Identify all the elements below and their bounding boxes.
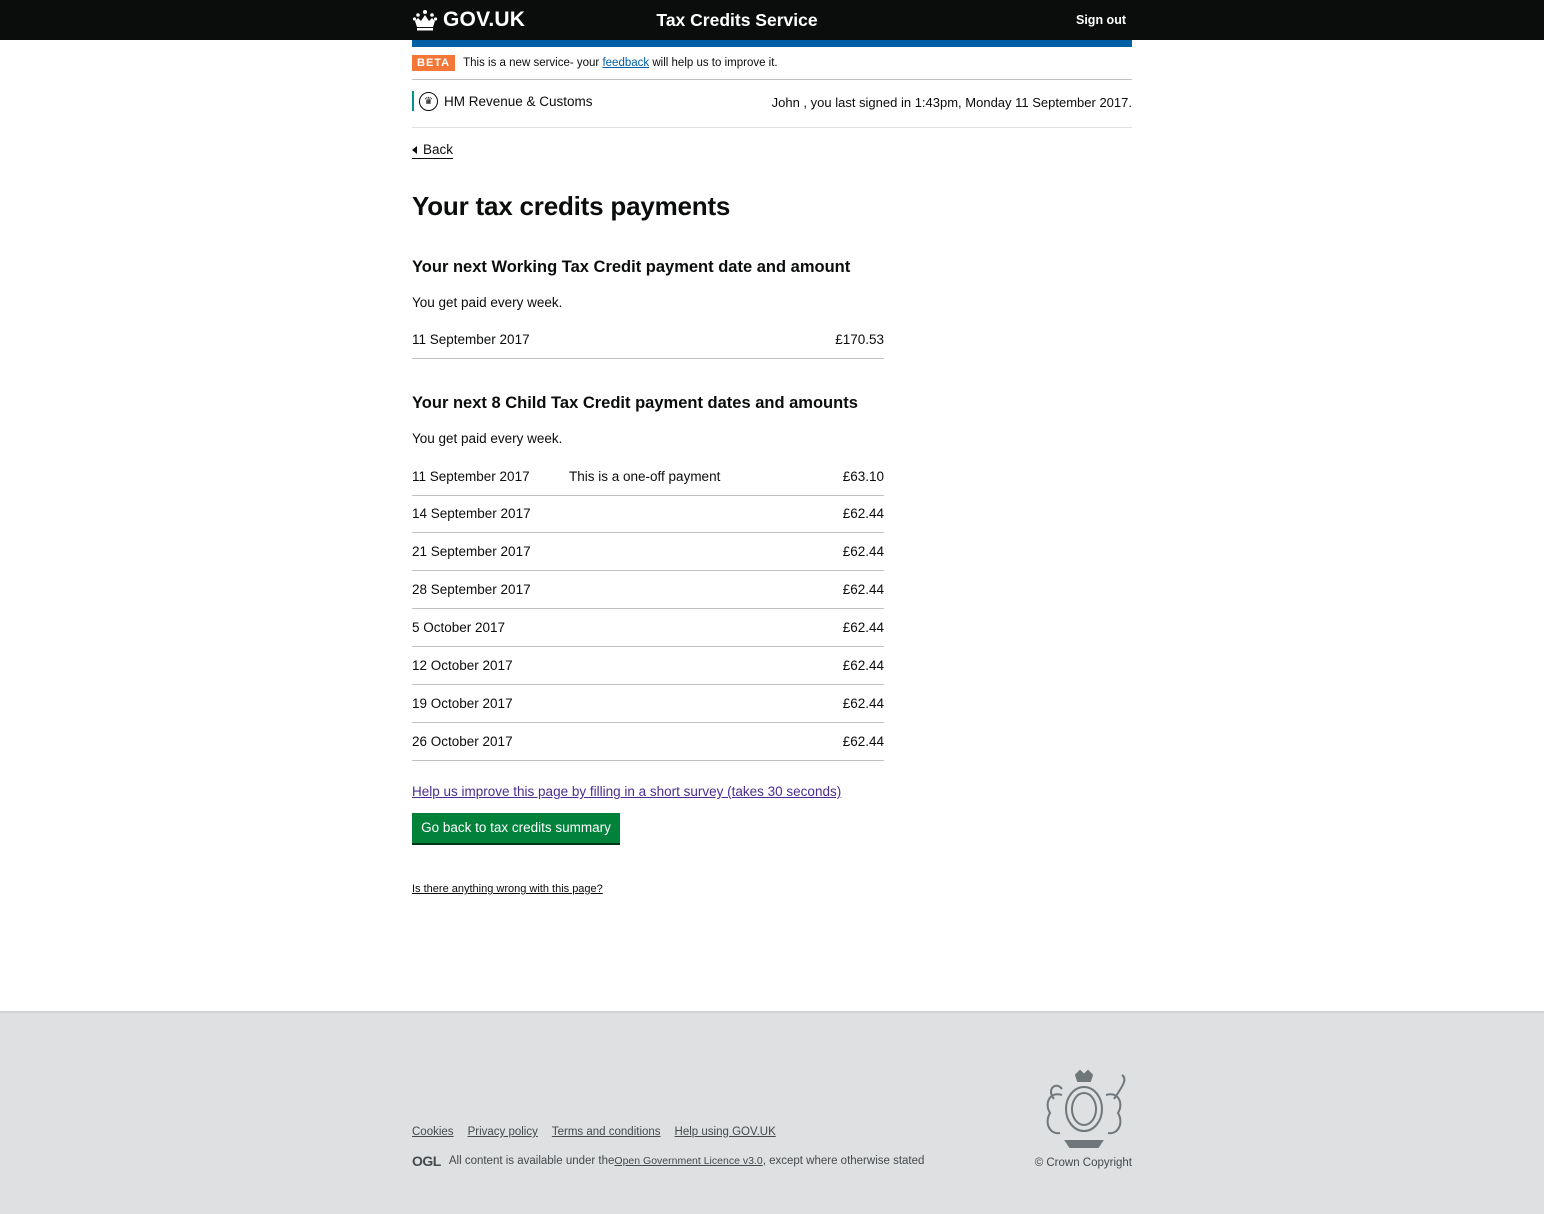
payment-date: 5 October 2017 — [412, 620, 506, 635]
help-link[interactable]: Help using GOV.UK — [675, 1125, 776, 1140]
cookies-link[interactable]: Cookies — [412, 1125, 454, 1140]
ogl-logo-icon: OGL — [412, 1153, 441, 1169]
table-row: 28 September 2017 £62.44 — [412, 571, 884, 609]
table-row: 14 September 2017 £62.44 — [412, 495, 884, 533]
table-row: 26 October 2017 £62.44 — [412, 723, 884, 761]
payment-amount: £62.44 — [842, 544, 884, 559]
privacy-policy-link[interactable]: Privacy policy — [468, 1125, 538, 1140]
ogl-link[interactable]: Open Government Licence v3.0 — [614, 1154, 762, 1169]
payment-date: 26 October 2017 — [412, 734, 513, 749]
report-problem-link[interactable]: Is there anything wrong with this page? — [412, 882, 603, 897]
payment-date: 11 September 2017 — [412, 332, 530, 347]
header-blue-bar — [412, 40, 1132, 47]
payment-date: 19 October 2017 — [412, 696, 513, 711]
payment-date: 21 September 2017 — [412, 544, 531, 559]
payment-amount: £62.44 — [842, 620, 884, 635]
back-link[interactable]: Back — [412, 141, 454, 159]
payment-date: 11 September 2017 — [412, 469, 530, 484]
licence: OGL All content is available under the O… — [412, 1154, 924, 1169]
child-tax-credit-heading: Your next 8 Child Tax Credit payment dat… — [412, 394, 858, 412]
divider — [412, 127, 1132, 128]
payment-amount: £62.44 — [842, 696, 884, 711]
feedback-link[interactable]: feedback — [602, 57, 649, 69]
global-header: GOV.UK Tax Credits Service Sign out — [0, 0, 1544, 40]
payment-amount: £62.44 — [842, 506, 884, 521]
table-row: 5 October 2017 £62.44 — [412, 609, 884, 647]
working-tax-credit-frequency: You get paid every week. — [412, 295, 563, 310]
survey-link[interactable]: Help us improve this page by filling in … — [412, 783, 841, 801]
payment-amount: £62.44 — [842, 658, 884, 673]
organisation-name: HM Revenue & Customs — [444, 93, 593, 109]
payment-note: This is a one-off payment — [569, 469, 721, 484]
table-row: 11 September 2017 This is a one-off paym… — [412, 458, 884, 496]
page-title: Your tax credits payments — [412, 191, 731, 221]
divider — [412, 79, 1132, 80]
royal-coat-of-arms-icon — [1046, 1069, 1126, 1148]
payment-amount: £170.53 — [835, 332, 884, 347]
payment-amount: £62.44 — [842, 582, 884, 597]
child-tax-credit-frequency: You get paid every week. — [412, 431, 563, 446]
hmrc-crest-icon: ♛ — [419, 91, 438, 111]
global-footer: Cookies Privacy policy Terms and conditi… — [0, 1011, 1544, 1214]
beta-tag: BETA — [412, 55, 456, 71]
table-row: 21 September 2017 £62.44 — [412, 533, 884, 571]
beta-text-before: This is a new service- your — [463, 57, 600, 69]
back-label: Back — [423, 142, 454, 157]
service-name[interactable]: Tax Credits Service — [0, 9, 1474, 31]
organisation-brand: ♛ HM Revenue & Customs — [412, 91, 593, 111]
go-back-to-summary-button[interactable]: Go back to tax credits summary — [412, 813, 620, 843]
payment-date: 28 September 2017 — [412, 582, 531, 597]
footer-links: Cookies Privacy policy Terms and conditi… — [412, 1125, 776, 1140]
table-row: 12 October 2017 £62.44 — [412, 647, 884, 685]
back-arrow-icon — [412, 145, 417, 154]
table-row: 11 September 2017 £170.53 — [412, 321, 884, 359]
payment-amount: £62.44 — [842, 734, 884, 749]
payment-date: 14 September 2017 — [412, 506, 531, 521]
last-signed-in: John , you last signed in 1:43pm, Monday… — [771, 95, 1132, 110]
licence-text-before: All content is available under the — [448, 1155, 615, 1167]
payment-amount: £63.10 — [842, 469, 884, 484]
copyright: © Crown Copyright — [1034, 1157, 1132, 1169]
working-tax-credit-heading: Your next Working Tax Credit payment dat… — [412, 258, 851, 276]
sign-out-link[interactable]: Sign out — [1076, 12, 1126, 28]
licence-text-after: , except where otherwise stated — [762, 1155, 925, 1167]
beta-banner: BETA This is a new service- your feedbac… — [412, 55, 778, 71]
terms-link[interactable]: Terms and conditions — [552, 1125, 661, 1140]
payment-date: 12 October 2017 — [412, 658, 513, 673]
beta-text-after: will help us to improve it. — [652, 57, 778, 69]
table-row: 19 October 2017 £62.44 — [412, 685, 884, 723]
